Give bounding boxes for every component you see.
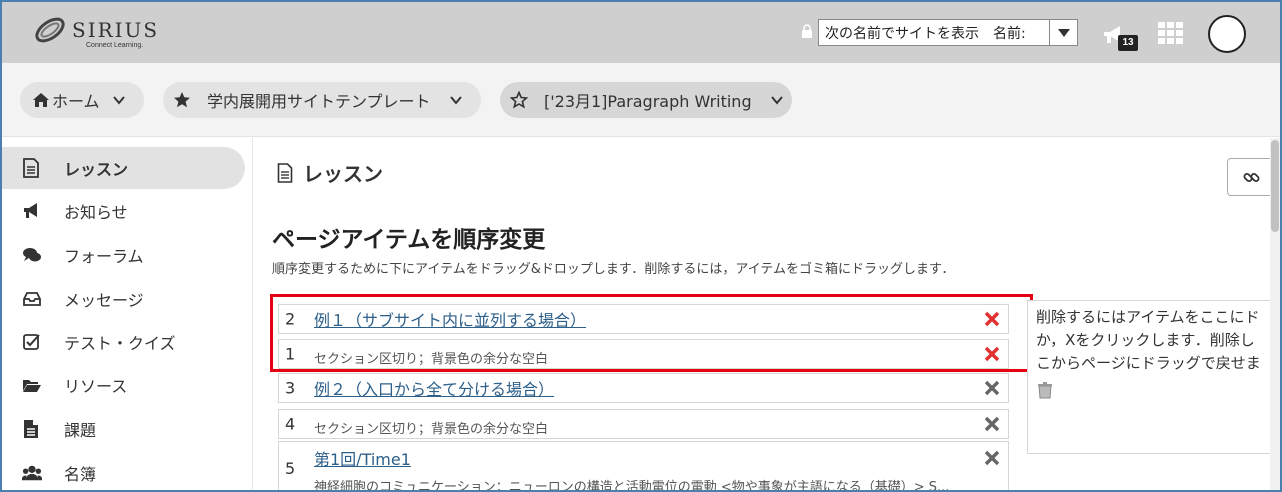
page-title: レッスン <box>277 158 383 187</box>
reorder-item[interactable]: 4 セクション区切り；背景色の余分な空白 <box>278 409 1009 439</box>
reorder-item[interactable]: 3 例２（入口から全て分ける場合） <box>278 373 1009 403</box>
item-number: 3 <box>285 378 296 398</box>
item-number: 4 <box>285 414 296 434</box>
breadcrumb-course[interactable]: ['23月1]Paragraph Writing <box>500 82 792 118</box>
logo-text: SIRIUS <box>72 18 160 42</box>
reorder-item[interactable]: 5 第1回/Time1 神経細胞のコミュニケーション：ニューロンの構造と活動電位… <box>278 441 1009 492</box>
document-icon <box>277 162 295 183</box>
star-solid-icon <box>173 91 191 109</box>
item-number: 5 <box>285 459 296 478</box>
breadcrumb-course-label: ['23月1]Paragraph Writing <box>544 92 752 111</box>
trash-can-icon <box>1036 381 1054 399</box>
star-outline-icon <box>510 91 528 109</box>
delete-x-icon[interactable] <box>984 380 1000 396</box>
scrollbar-thumb[interactable] <box>1271 140 1279 232</box>
sidebar-item-resources[interactable]: リソース <box>0 364 245 406</box>
chevron-down-icon <box>770 93 784 107</box>
lock-icon <box>802 24 812 38</box>
view-as-select[interactable]: 次の名前でサイトを表示 名前: <box>818 19 1078 46</box>
delete-x-icon[interactable] <box>984 450 1000 466</box>
chevron-down-icon <box>449 93 463 107</box>
view-as-label: 次の名前でサイトを表示 <box>825 25 979 42</box>
sidebar-item-roster[interactable]: 名簿 <box>0 452 245 492</box>
trash-drop-zone[interactable]: 削除するにはアイテムをここにド か，Xをクリックします．削除し こからページにド… <box>1027 300 1282 454</box>
home-icon <box>32 91 50 109</box>
caret-down-icon[interactable] <box>1049 20 1077 45</box>
delete-x-icon[interactable] <box>984 416 1000 432</box>
sidebar-item-messages[interactable]: メッセージ <box>0 278 245 320</box>
sidebar-item-label: 名簿 <box>64 465 97 484</box>
top-bar: SIRIUS Connect Learning. 次の名前でサイトを表示 名前:… <box>0 0 1282 63</box>
section-title: ページアイテムを順序変更 <box>272 227 546 253</box>
sidebar-item-label: レッスン <box>64 160 129 179</box>
breadcrumb-home-label: ホーム <box>52 92 100 111</box>
comments-icon <box>22 245 42 265</box>
sidebar-item-lessons[interactable]: レッスン <box>0 147 245 189</box>
item-text: セクション区切り；背景色の余分な空白 <box>314 422 549 437</box>
sidebar-item-label: メッセージ <box>64 291 144 310</box>
users-icon <box>22 463 42 483</box>
sidebar: レッスン お知らせ フォーラム メッセージ テスト・クイズ リソース 課題 名簿 <box>0 138 253 492</box>
folder-open-icon <box>22 375 42 395</box>
user-avatar[interactable] <box>1208 15 1246 53</box>
item-title-link[interactable]: 第1回/Time1 <box>314 446 411 470</box>
sidebar-item-tests-quizzes[interactable]: テスト・クイズ <box>0 321 245 363</box>
sidebar-item-label: リソース <box>64 377 128 396</box>
breadcrumb-site-label: 学内展開用サイトテンプレート <box>207 92 431 111</box>
item-title-link[interactable]: 例２（入口から全て分ける場合） <box>314 376 554 400</box>
chevron-down-icon <box>112 93 126 107</box>
trash-text-line: か，Xをクリックします．削除し <box>1036 331 1255 349</box>
file-icon <box>22 419 42 439</box>
item-description: 神経細胞のコミュニケーション：ニューロンの構造と活動電位の電動 <物や事象が主語… <box>314 480 950 492</box>
inbox-icon <box>22 289 42 309</box>
trash-text-line: こからページにドラッグで戻せま <box>1036 354 1261 372</box>
document-icon <box>22 158 42 178</box>
checkbox-icon <box>22 332 42 352</box>
link-icon <box>1243 173 1260 182</box>
logo-mark-icon <box>35 17 65 43</box>
sidebar-item-forums[interactable]: フォーラム <box>0 234 245 276</box>
sidebar-item-label: フォーラム <box>64 247 144 266</box>
view-as-name: 名前: <box>993 25 1026 42</box>
breadcrumb-bar: ホーム 学内展開用サイトテンプレート ['23月1]Paragraph Writ… <box>0 63 1282 137</box>
page-title-text: レッスン <box>303 162 383 186</box>
reorder-instruction: 順序変更するために下にアイテムをドラッグ&ドロップします．削除するには，アイテム… <box>272 262 955 277</box>
breadcrumb-home[interactable]: ホーム <box>20 82 144 118</box>
logo-tagline: Connect Learning. <box>86 42 144 49</box>
sidebar-item-announcements[interactable]: お知らせ <box>0 190 245 232</box>
sidebar-item-label: テスト・クイズ <box>64 334 176 353</box>
main-content: レッスン ページアイテムを順序変更 順序変更するために下にアイテムをドラッグ&ド… <box>253 138 1282 492</box>
sidebar-item-label: お知らせ <box>64 203 128 222</box>
megaphone-icon <box>22 201 42 221</box>
apps-grid-icon[interactable] <box>1158 22 1184 44</box>
sidebar-item-assignments[interactable]: 課題 <box>0 408 245 450</box>
highlight-annotation-box <box>270 294 1033 372</box>
trash-text-line: 削除するにはアイテムをここにド <box>1036 308 1260 326</box>
notification-badge: 13 <box>1118 35 1138 51</box>
sidebar-item-label: 課題 <box>64 421 97 440</box>
breadcrumb-site[interactable]: 学内展開用サイトテンプレート <box>163 82 481 118</box>
